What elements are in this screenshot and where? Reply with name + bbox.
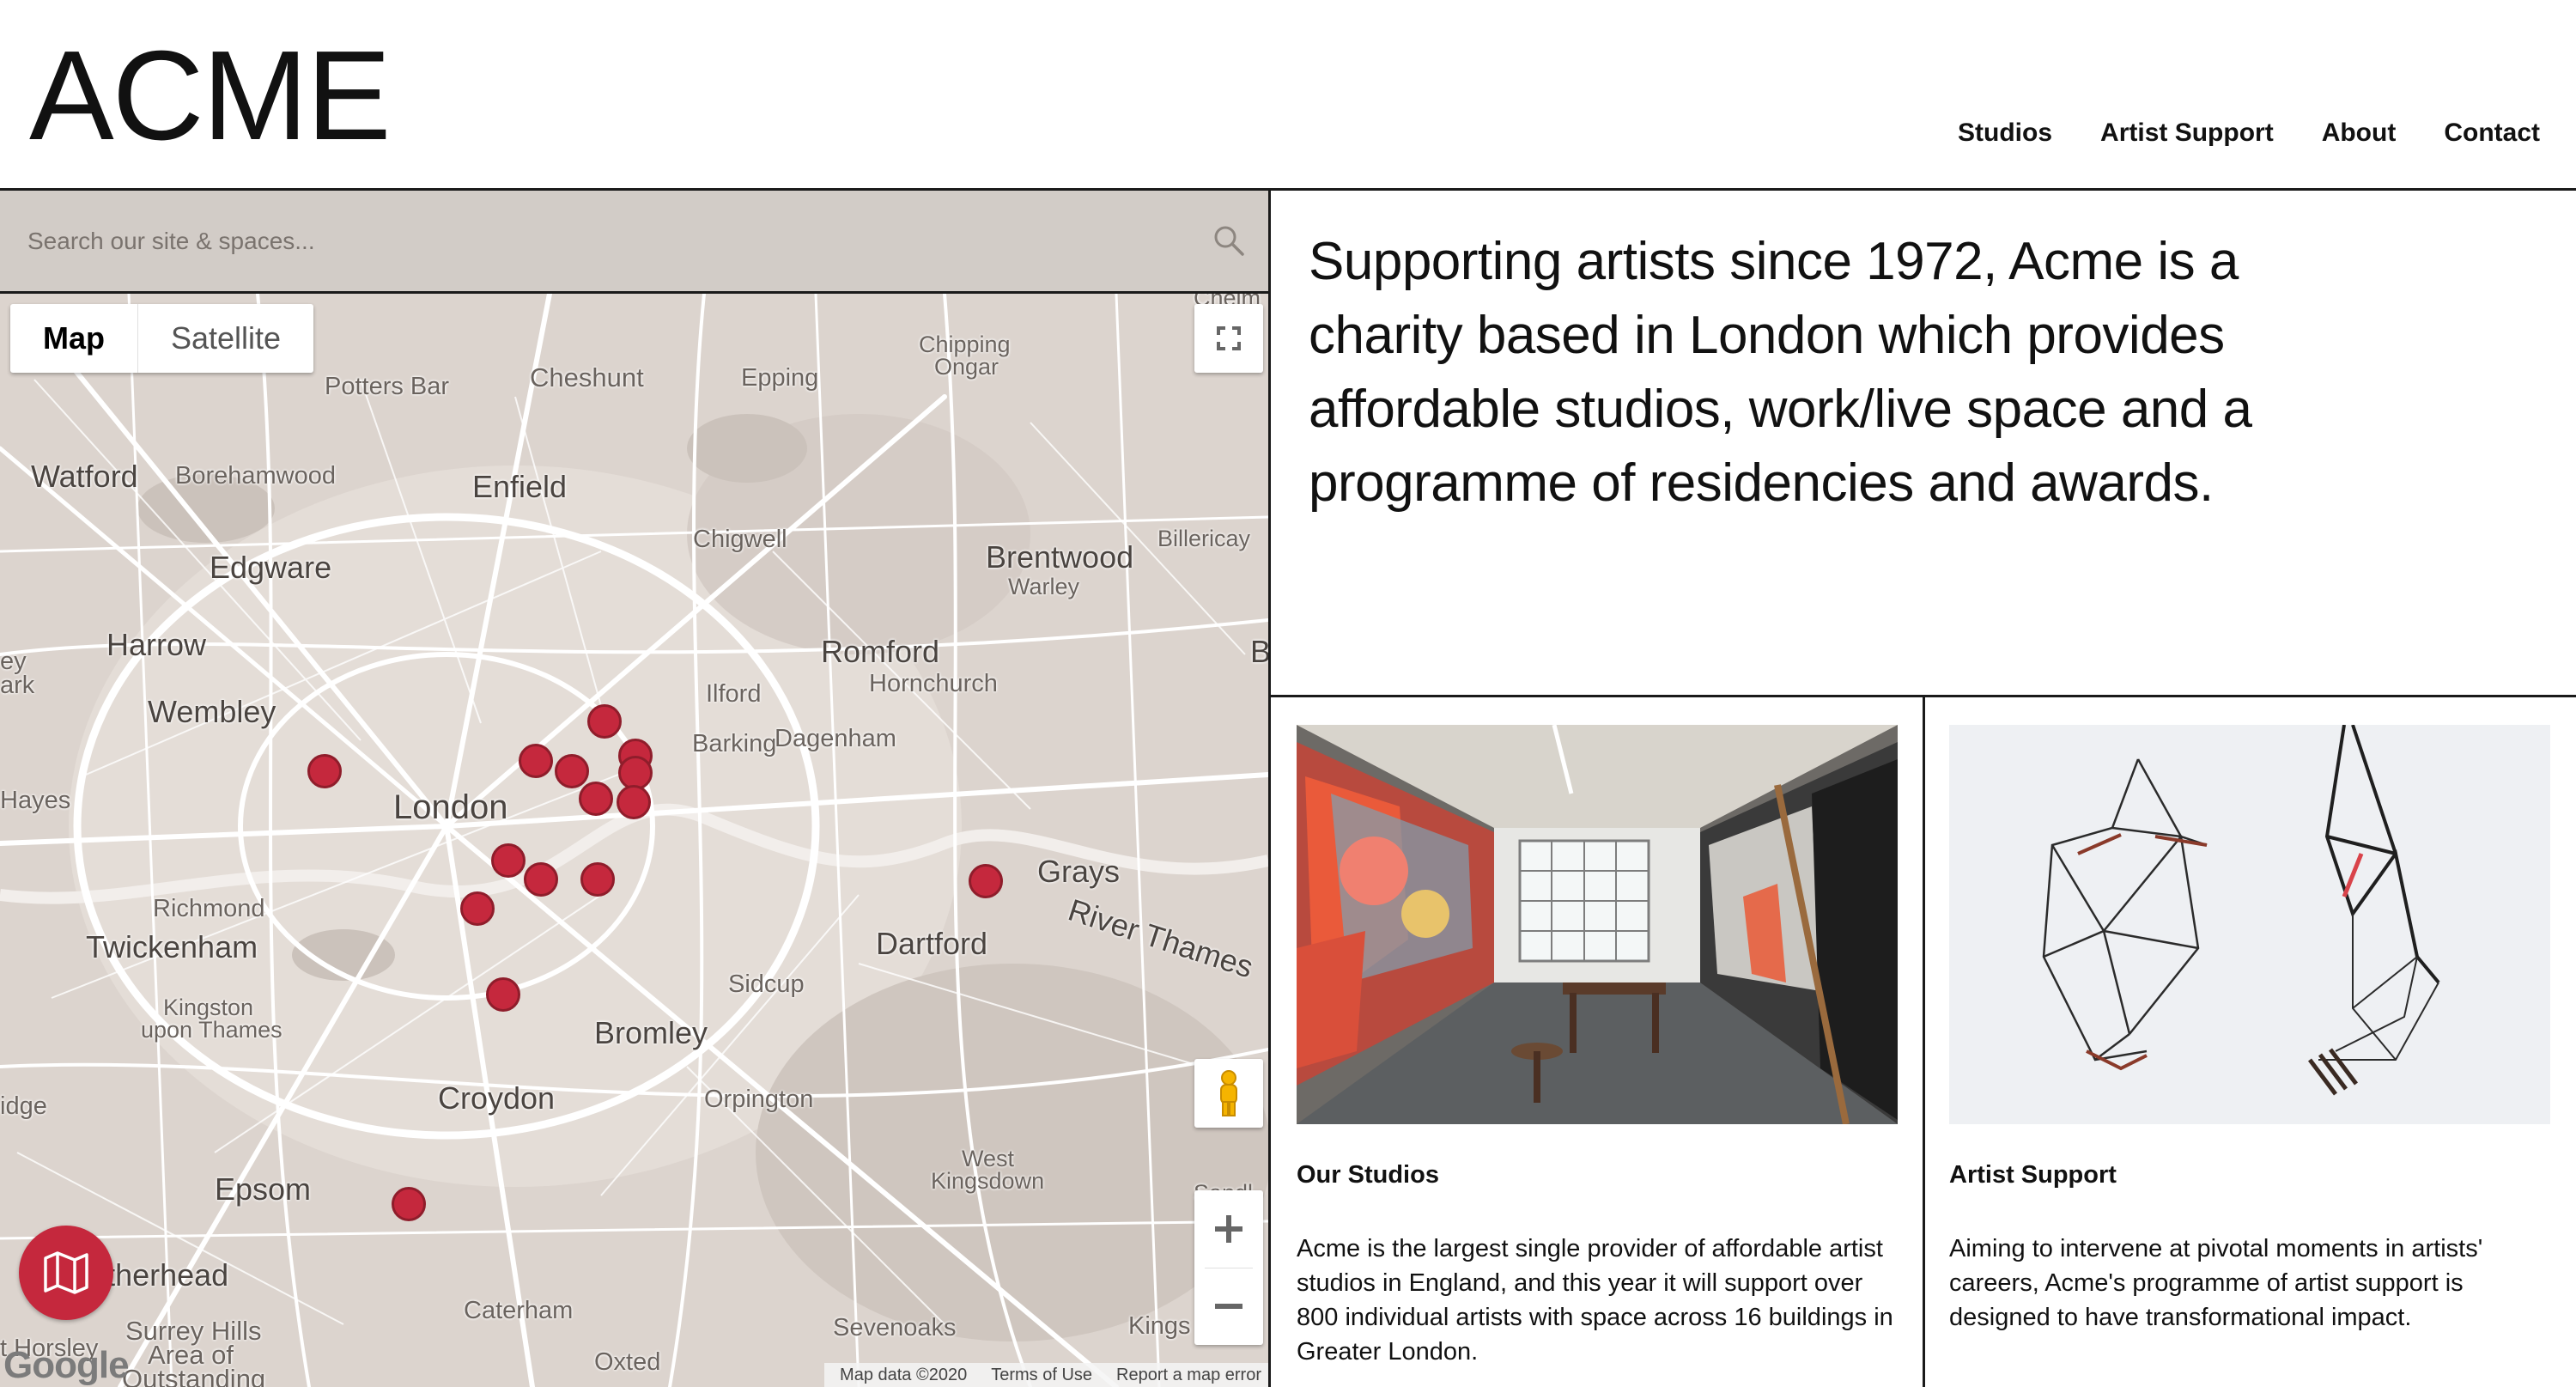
map-label: ey [0, 648, 27, 675]
map-label: Enfield [472, 469, 568, 504]
map-label: Hornchurch [869, 670, 998, 697]
map-roads [0, 294, 1268, 1387]
acme-logo[interactable]: ACME [29, 33, 392, 160]
map-label: London [393, 788, 508, 826]
street-view-pegman[interactable] [1194, 1059, 1263, 1128]
map-label: Borehamwood [175, 462, 336, 490]
map-label: Wembley [148, 694, 276, 729]
map-type-map-button[interactable]: Map [10, 304, 138, 373]
map-label: Caterham [464, 1297, 574, 1324]
studios-map[interactable]: Potters Bar Cheshunt Epping Chipping Ong… [0, 294, 1268, 1387]
terms-of-use-link[interactable]: Terms of Use [991, 1363, 1092, 1387]
map-type-control: Map Satellite [10, 304, 314, 373]
nav-about[interactable]: About [2322, 119, 2397, 148]
site-header: ACME Studios Artist Support About Contac… [0, 0, 2576, 191]
map-label: Dartford [876, 926, 988, 961]
map-label: Brentwood [986, 539, 1134, 575]
map-label: Sidcup [728, 970, 805, 998]
map-label: Kings [1128, 1312, 1191, 1340]
studio-marker[interactable] [555, 754, 589, 788]
map-label: Potters Bar [325, 373, 450, 400]
card-title[interactable]: Artist Support [1949, 1161, 2117, 1189]
studio-marker[interactable] [491, 843, 526, 878]
card-description: Aiming to intervene at pivotal moments i… [1949, 1235, 2483, 1331]
studio-photo[interactable] [1297, 725, 1898, 1124]
google-logo: Google [3, 1344, 130, 1386]
studio-marker[interactable] [460, 891, 495, 926]
main-nav: Studios Artist Support About Contact [1958, 119, 2540, 148]
map-label: Ba [1250, 634, 1268, 670]
nav-artist-support[interactable]: Artist Support [2100, 119, 2274, 148]
map-label: Warley [1008, 574, 1080, 599]
map-label: Bromley [594, 1015, 708, 1050]
map-label: Hayes [0, 787, 71, 814]
studio-marker[interactable] [519, 744, 553, 778]
fullscreen-button[interactable] [1194, 304, 1263, 373]
folded-map-icon [44, 1251, 88, 1294]
map-label: Orpington [704, 1086, 814, 1113]
search-input[interactable] [26, 215, 1180, 268]
studio-interior-image [1297, 725, 1898, 1124]
map-label: Edgware [210, 550, 332, 585]
studio-marker[interactable] [580, 862, 615, 897]
report-map-error-link[interactable]: Report a map error [1116, 1363, 1261, 1387]
studio-marker[interactable] [587, 704, 622, 739]
map-label: upon Thames [141, 1017, 283, 1043]
fullscreen-icon [1217, 326, 1241, 350]
map-label: Twickenham [86, 929, 258, 964]
studio-marker[interactable] [524, 862, 558, 897]
map-label: Richmond [153, 895, 265, 922]
map-data-text: Map data ©2020 [840, 1366, 968, 1384]
studio-marker[interactable] [392, 1187, 426, 1221]
map-legend-button[interactable] [19, 1226, 113, 1320]
intro-text: Supporting artists since 1972, Acme is a… [1309, 232, 2252, 513]
zoom-in-button[interactable] [1194, 1190, 1263, 1268]
map-label: Ongar [934, 354, 999, 380]
card-our-studios[interactable]: Our Studios Acme is the largest single p… [1271, 697, 1925, 1387]
map-label: Ilford [706, 680, 762, 708]
plus-icon [1215, 1215, 1242, 1243]
map-label: Sevenoaks [833, 1314, 957, 1341]
search-icon[interactable] [1212, 223, 1246, 258]
map-label: Kingsdown [931, 1168, 1045, 1194]
search-bar [0, 191, 1268, 294]
map-label: Romford [821, 634, 940, 669]
sculpture-image [1949, 725, 2550, 1124]
card-artist-support[interactable]: Artist Support Aiming to intervene at pi… [1925, 697, 2576, 1387]
studio-marker[interactable] [579, 782, 613, 816]
map-label: Harrow [106, 627, 207, 662]
intro-panel: Supporting artists since 1972, Acme is a… [1271, 191, 2576, 697]
card-description: Acme is the largest single provider of a… [1297, 1235, 1893, 1366]
card-title[interactable]: Our Studios [1297, 1161, 1439, 1189]
map-label: Oxted [594, 1348, 661, 1376]
studio-marker[interactable] [969, 864, 1003, 898]
map-type-satellite-button[interactable]: Satellite [138, 304, 313, 373]
zoom-control [1194, 1190, 1263, 1345]
map-label: Grays [1037, 854, 1121, 889]
zoom-out-button[interactable] [1194, 1268, 1263, 1345]
minus-icon [1215, 1304, 1242, 1309]
map-label: Croydon [438, 1080, 556, 1116]
map-panel: Potters Bar Cheshunt Epping Chipping Ong… [0, 191, 1271, 1387]
map-label: Barking [692, 730, 777, 757]
map-label: idge [0, 1092, 47, 1120]
nav-contact[interactable]: Contact [2444, 119, 2540, 148]
map-label: Billericay [1157, 526, 1251, 551]
studio-marker[interactable] [486, 977, 520, 1012]
map-label: Epsom [215, 1171, 312, 1207]
artwork-photo[interactable] [1949, 725, 2550, 1124]
map-label: Epping [741, 364, 819, 392]
studio-marker[interactable] [307, 754, 342, 788]
pegman-icon [1220, 1070, 1237, 1116]
map-label: Chigwell [693, 526, 787, 553]
map-label: Watford [31, 459, 138, 494]
map-label: Outstanding [122, 1364, 266, 1387]
map-attribution: Map data ©2020 Terms of Use Report a map… [824, 1363, 1268, 1387]
studio-marker[interactable] [617, 785, 651, 819]
nav-studios[interactable]: Studios [1958, 119, 2052, 148]
map-label: Dagenham [775, 725, 896, 752]
map-label: Cheshunt [530, 362, 644, 392]
